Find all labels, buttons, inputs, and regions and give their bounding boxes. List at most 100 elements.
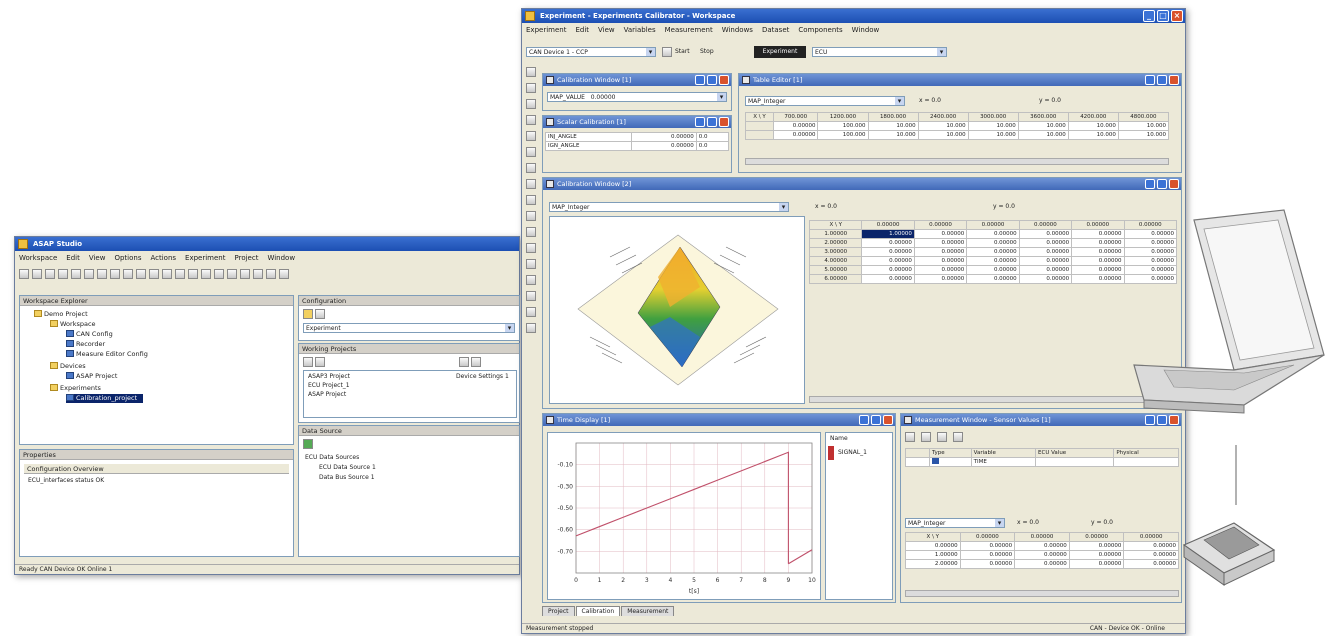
table-cell[interactable]: 10.000 xyxy=(967,121,1019,131)
tab-calibration[interactable]: Calibration xyxy=(575,606,621,616)
tool-icon[interactable] xyxy=(227,269,237,279)
legend-item[interactable]: SIGNAL_1 xyxy=(838,449,867,456)
data-source-item[interactable]: ECU Data Source 1 xyxy=(319,464,376,471)
tool-icon[interactable] xyxy=(253,269,263,279)
menu-item[interactable]: Project xyxy=(235,253,259,264)
time-chart[interactable]: -0.10 -0.30 -0.50 -0.60 -0.70 0 1 2 3 4 5 6 7 8 9 10 t[s… xyxy=(547,432,821,600)
tool-icon[interactable] xyxy=(526,147,536,157)
close-button[interactable] xyxy=(1169,179,1179,189)
tool-icon[interactable] xyxy=(921,432,931,442)
cut-icon[interactable] xyxy=(58,269,68,279)
maximize-button[interactable] xyxy=(707,75,717,85)
menu-item[interactable]: Experiment xyxy=(185,253,225,264)
table-cell[interactable]: 0.00000 xyxy=(959,541,1016,551)
table-cell[interactable]: 10.000 xyxy=(1117,121,1170,131)
tool-icon[interactable] xyxy=(240,269,250,279)
project-tool-icon[interactable] xyxy=(303,357,313,367)
open-icon[interactable] xyxy=(32,269,42,279)
undo-icon[interactable] xyxy=(97,269,107,279)
minimize-button[interactable] xyxy=(695,75,705,85)
tool-icon[interactable] xyxy=(953,432,963,442)
table-cell[interactable]: 0.00000 xyxy=(1071,238,1125,248)
tool-icon[interactable] xyxy=(526,227,536,237)
tree-item-selected[interactable]: Calibration_project xyxy=(66,394,144,403)
stop-label[interactable]: Stop xyxy=(700,48,714,55)
tool-icon[interactable] xyxy=(526,323,536,333)
configuration-tool-icon[interactable] xyxy=(315,309,325,319)
project-item[interactable]: ECU Project_1 xyxy=(308,382,350,389)
time-display-title[interactable]: Time Display [1] xyxy=(543,414,895,426)
scalar-value[interactable]: 0.00000 xyxy=(630,132,697,142)
close-button[interactable] xyxy=(1169,75,1179,85)
table-cell[interactable]: 0.00000 xyxy=(959,559,1016,569)
main-window-titlebar[interactable]: Experiment - Experiments Calibrator - Wo… xyxy=(522,9,1185,23)
menu-item[interactable]: Edit xyxy=(66,253,80,264)
table-cell[interactable]: 0.00000 xyxy=(1071,274,1125,284)
redo-icon[interactable] xyxy=(110,269,120,279)
table-cell[interactable]: 0.00000 xyxy=(1068,559,1125,569)
menu-item[interactable]: Window xyxy=(267,253,295,264)
table-cell[interactable]: 10.000 xyxy=(1067,121,1119,131)
tree-item[interactable]: Recorder xyxy=(66,340,105,349)
project-item[interactable]: ASAP Project xyxy=(308,391,346,398)
maximize-button[interactable] xyxy=(871,415,881,425)
table-cell[interactable]: 0.00000 xyxy=(966,256,1020,266)
close-button[interactable] xyxy=(883,415,893,425)
tool-icon[interactable] xyxy=(526,115,536,125)
table-cell[interactable]: 0.00000 xyxy=(905,541,961,551)
project-tool-icon[interactable] xyxy=(315,357,325,367)
tree-item[interactable]: Measure Editor Config xyxy=(66,350,148,359)
table-cell[interactable]: 0.00000 xyxy=(1014,550,1070,560)
table-cell[interactable]: 0.00000 xyxy=(1068,541,1125,551)
tree-item[interactable]: Experiments xyxy=(50,384,101,393)
paste-icon[interactable] xyxy=(84,269,94,279)
table-cell[interactable]: 0.00000 xyxy=(1018,238,1073,248)
tool-icon[interactable] xyxy=(526,179,536,189)
table-cell[interactable]: 0.00000 xyxy=(966,274,1020,284)
tree-item[interactable]: ASAP Project xyxy=(66,372,117,381)
table-cell[interactable]: 10.000 xyxy=(1067,130,1119,140)
calibration-window-1-title[interactable]: Calibration Window [1] xyxy=(543,74,731,86)
close-button[interactable]: × xyxy=(1171,10,1183,22)
data-source-item[interactable]: Data Bus Source 1 xyxy=(319,474,375,481)
table-cell[interactable]: 0.00000 xyxy=(959,550,1016,560)
table-cell[interactable]: 10.000 xyxy=(1017,130,1069,140)
tree-item[interactable]: Devices xyxy=(50,362,86,371)
start-label[interactable]: Start xyxy=(675,48,690,55)
table-cell[interactable]: 10.000 xyxy=(1117,130,1170,140)
table-cell[interactable]: 0.00000 xyxy=(1071,265,1125,275)
maximize-button[interactable] xyxy=(1157,75,1167,85)
table-cell[interactable]: 0.00000 xyxy=(913,256,968,266)
table-cell[interactable]: 0.00000 xyxy=(1071,229,1125,239)
experiment-badge[interactable]: Experiment xyxy=(754,46,806,58)
table-cell[interactable]: 0.00000 xyxy=(1071,256,1125,266)
table-cell[interactable]: 0.00000 xyxy=(966,265,1020,275)
horizontal-scrollbar[interactable] xyxy=(745,158,1169,165)
copy-icon[interactable] xyxy=(71,269,81,279)
table-cell[interactable]: 0.00000 xyxy=(773,121,819,131)
table-cell[interactable]: 0.00000 xyxy=(773,130,819,140)
tree-item[interactable]: CAN Config xyxy=(66,330,113,339)
table-cell[interactable]: 0.00000 xyxy=(966,247,1020,257)
table-cell[interactable]: 0.00000 xyxy=(861,247,915,257)
table-cell[interactable]: 1.00000 xyxy=(905,550,961,560)
tool-icon[interactable] xyxy=(526,211,536,221)
tool-icon[interactable] xyxy=(526,163,536,173)
tool-icon[interactable] xyxy=(123,269,133,279)
surface-plot[interactable] xyxy=(549,216,805,404)
tool-icon[interactable] xyxy=(937,432,947,442)
tree-item[interactable]: Workspace xyxy=(50,320,96,329)
menu-item[interactable]: Measurement xyxy=(665,25,713,36)
tool-icon[interactable] xyxy=(526,243,536,253)
save-icon[interactable] xyxy=(45,269,55,279)
table-cell-selected[interactable]: 1.00000 xyxy=(861,229,915,239)
tool-icon[interactable] xyxy=(526,67,536,77)
menu-item[interactable]: Options xyxy=(114,253,141,264)
tab-measurement[interactable]: Measurement xyxy=(621,606,675,616)
table-cell[interactable]: 100.000 xyxy=(817,121,869,131)
tool-icon[interactable] xyxy=(526,275,536,285)
device-settings-item[interactable]: Device Settings 1 xyxy=(456,373,509,380)
tool-icon[interactable] xyxy=(162,269,172,279)
tool-icon[interactable] xyxy=(662,47,672,57)
device-select[interactable]: CAN Device 1 - CCP xyxy=(526,47,656,57)
